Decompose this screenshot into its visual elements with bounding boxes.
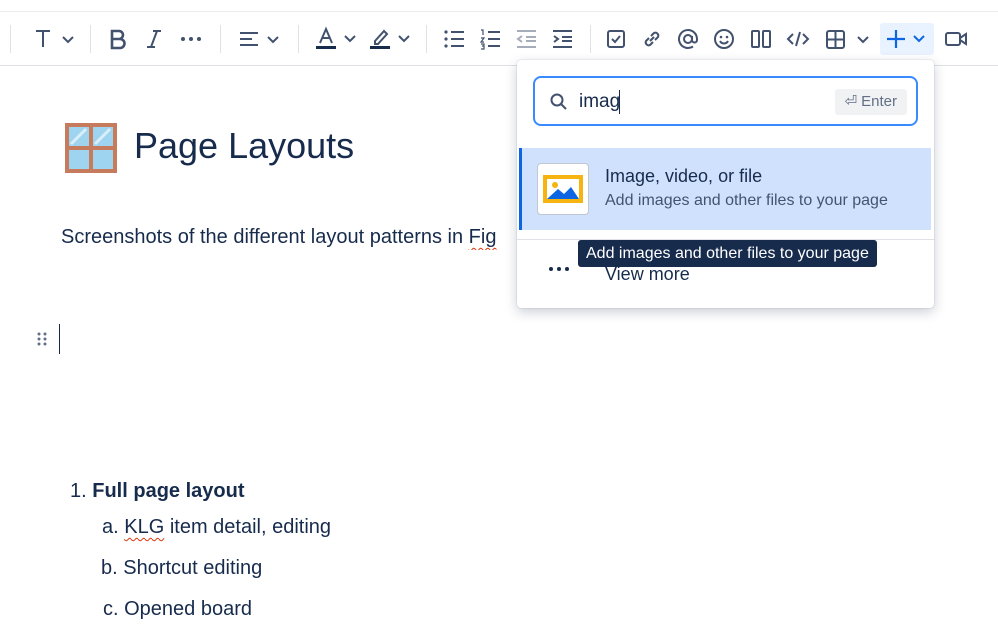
toolbar-separator [90, 25, 91, 53]
list-marker: b. [101, 557, 118, 579]
indent-icon [553, 30, 572, 48]
outdent-icon [516, 30, 536, 48]
indent-button[interactable] [546, 23, 578, 55]
window-top-edge [0, 0, 998, 12]
columns-icon [751, 30, 771, 48]
italic-button[interactable] [138, 23, 170, 55]
insert-menu: imag ⏎ Enter Image, video, or file Add i… [517, 60, 934, 308]
list-item-1[interactable]: 1. Full page layout [70, 478, 245, 504]
menu-item-image-video-file[interactable]: Image, video, or file Add images and oth… [519, 148, 931, 230]
highlight-icon [370, 29, 410, 49]
drag-handle-icon[interactable] [36, 331, 48, 347]
search-cursor [619, 90, 620, 114]
italic-icon [147, 30, 161, 48]
code-snippet-button[interactable] [782, 23, 814, 55]
video-camera-icon [945, 32, 967, 46]
toolbar-separator [298, 25, 299, 53]
misspelled-word[interactable]: KLG [124, 516, 164, 538]
align-left-icon [240, 32, 279, 46]
editor-toolbar [0, 13, 998, 66]
bold-icon [110, 29, 126, 50]
list-item-1a[interactable]: a. KLG item detail, editing [102, 514, 331, 540]
item-title: Image, video, or file [605, 166, 763, 186]
text-style-button[interactable] [28, 23, 78, 55]
toolbar-separator [10, 25, 11, 53]
more-icon [181, 37, 201, 41]
video-button[interactable] [938, 23, 974, 55]
tooltip: Add images and other files to your page [578, 240, 877, 267]
emoji-button[interactable] [708, 23, 740, 55]
enter-hint-chip: ⏎ Enter [834, 89, 907, 115]
text-cursor [59, 324, 60, 354]
numbered-list-icon [479, 29, 500, 50]
action-item-button[interactable] [600, 23, 632, 55]
numbered-list-button[interactable] [474, 23, 506, 55]
toolbar-separator [220, 25, 221, 53]
text-style-icon [36, 30, 74, 47]
insert-search-input[interactable]: imag ⏎ Enter [533, 76, 918, 126]
text-color-icon [316, 26, 356, 49]
enter-key-icon: ⏎ [844, 93, 858, 110]
more-formatting-button[interactable] [174, 23, 208, 55]
list-item-1c[interactable]: c. Opened board [103, 596, 252, 622]
at-mention-icon [678, 29, 698, 49]
list-item-text: Shortcut editing [123, 557, 263, 579]
table-button[interactable] [818, 23, 876, 55]
search-value: imag [579, 91, 621, 112]
search-icon [550, 93, 567, 110]
list-item-text: Opened board [124, 598, 253, 620]
view-more-link[interactable]: View more [605, 264, 690, 285]
link-button[interactable] [636, 23, 668, 55]
toolbar-separator [426, 25, 427, 53]
code-icon [786, 31, 810, 47]
window-emoji-icon [65, 123, 117, 173]
list-marker: 1. [70, 480, 87, 502]
bullet-list-icon [444, 30, 464, 48]
text-color-button[interactable] [312, 23, 360, 55]
alignment-button[interactable] [234, 23, 284, 55]
layouts-button[interactable] [744, 23, 778, 55]
image-icon [543, 175, 583, 203]
outdent-button[interactable] [510, 23, 542, 55]
mention-button[interactable] [672, 23, 704, 55]
list-item-text: item detail, editing [164, 516, 332, 538]
checkbox-icon [607, 30, 625, 48]
misspelled-word[interactable]: Fig [469, 226, 497, 248]
emoji-icon [714, 29, 734, 49]
insert-button[interactable] [880, 23, 934, 55]
enter-hint-label: Enter [861, 93, 897, 110]
page-description[interactable]: Screenshots of the different layout patt… [61, 224, 516, 250]
item-thumbnail [537, 163, 589, 215]
highlight-button[interactable] [366, 23, 414, 55]
description-text: Screenshots of the different layout patt… [61, 226, 469, 248]
list-item-1b[interactable]: b. Shortcut editing [101, 555, 262, 581]
bold-button[interactable] [102, 23, 134, 55]
bullet-list-button[interactable] [438, 23, 470, 55]
table-icon [826, 30, 869, 49]
plus-icon [887, 30, 925, 48]
page-title[interactable]: Page Layouts [134, 124, 354, 168]
item-subtitle: Add images and other files to your page [605, 192, 888, 209]
link-icon [644, 31, 660, 47]
list-marker: c. [103, 598, 119, 620]
list-marker: a. [102, 516, 119, 538]
more-icon [549, 267, 569, 271]
list-item-text: Full page layout [92, 480, 245, 502]
toolbar-separator [590, 25, 591, 53]
